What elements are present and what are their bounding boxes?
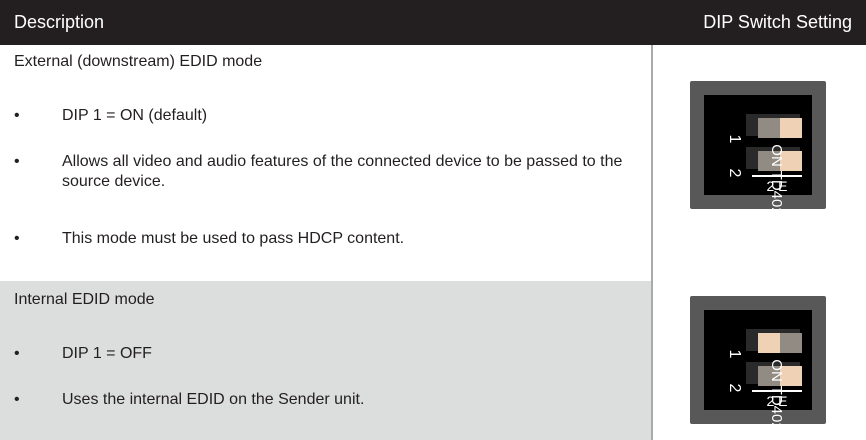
bullet-icon: • — [14, 230, 20, 247]
dip-switch-1 — [746, 329, 802, 353]
bullet-icon: • — [14, 153, 20, 170]
bullet-icon: • — [14, 345, 20, 362]
bullet-icon: • — [14, 107, 20, 124]
table-row-external-edid: External (downstream) EDID mode • DIP 1 … — [0, 45, 866, 281]
dip-bottom-label: 2 E — [752, 175, 802, 195]
switch-number-1: 1 — [726, 134, 743, 144]
list-item-text: This mode must be used to pass HDCP cont… — [62, 230, 405, 247]
list-item-text: DIP 1 = ON (default) — [62, 107, 208, 124]
column-divider — [651, 45, 653, 440]
dip-switch-body: 1 2 ON TD402 2 E — [704, 95, 812, 216]
list-item-text: Allows all video and audio features of t… — [62, 153, 623, 190]
switch-number-1: 1 — [726, 349, 743, 359]
dip-switch-1 — [746, 114, 802, 138]
dip-cell: 1 2 ON TD402 2 E — [653, 281, 866, 440]
row-title: Internal EDID mode — [14, 291, 155, 308]
list-item-text: DIP 1 = OFF — [62, 345, 152, 362]
dip-switch-image: 1 2 ON TD402 2 E — [690, 296, 826, 431]
switch-number-2: 2 — [726, 383, 743, 393]
switch-number-2: 2 — [726, 168, 743, 178]
row-title: External (downstream) EDID mode — [14, 53, 263, 70]
dip-switch-image: 1 2 ON TD402 2 E — [690, 81, 826, 216]
header-description: Description — [14, 12, 105, 32]
edid-mode-table: Description DIP Switch Setting External … — [0, 0, 866, 440]
table-header: Description DIP Switch Setting — [0, 0, 866, 45]
dip-bottom-label: 2 E — [752, 390, 802, 410]
header-dip-switch-setting: DIP Switch Setting — [703, 12, 852, 32]
bullet-icon: • — [14, 391, 20, 408]
dip-switch-body: 1 2 ON TD402 2 E — [704, 310, 812, 431]
list-item-text: Uses the internal EDID on the Sender uni… — [62, 391, 365, 408]
